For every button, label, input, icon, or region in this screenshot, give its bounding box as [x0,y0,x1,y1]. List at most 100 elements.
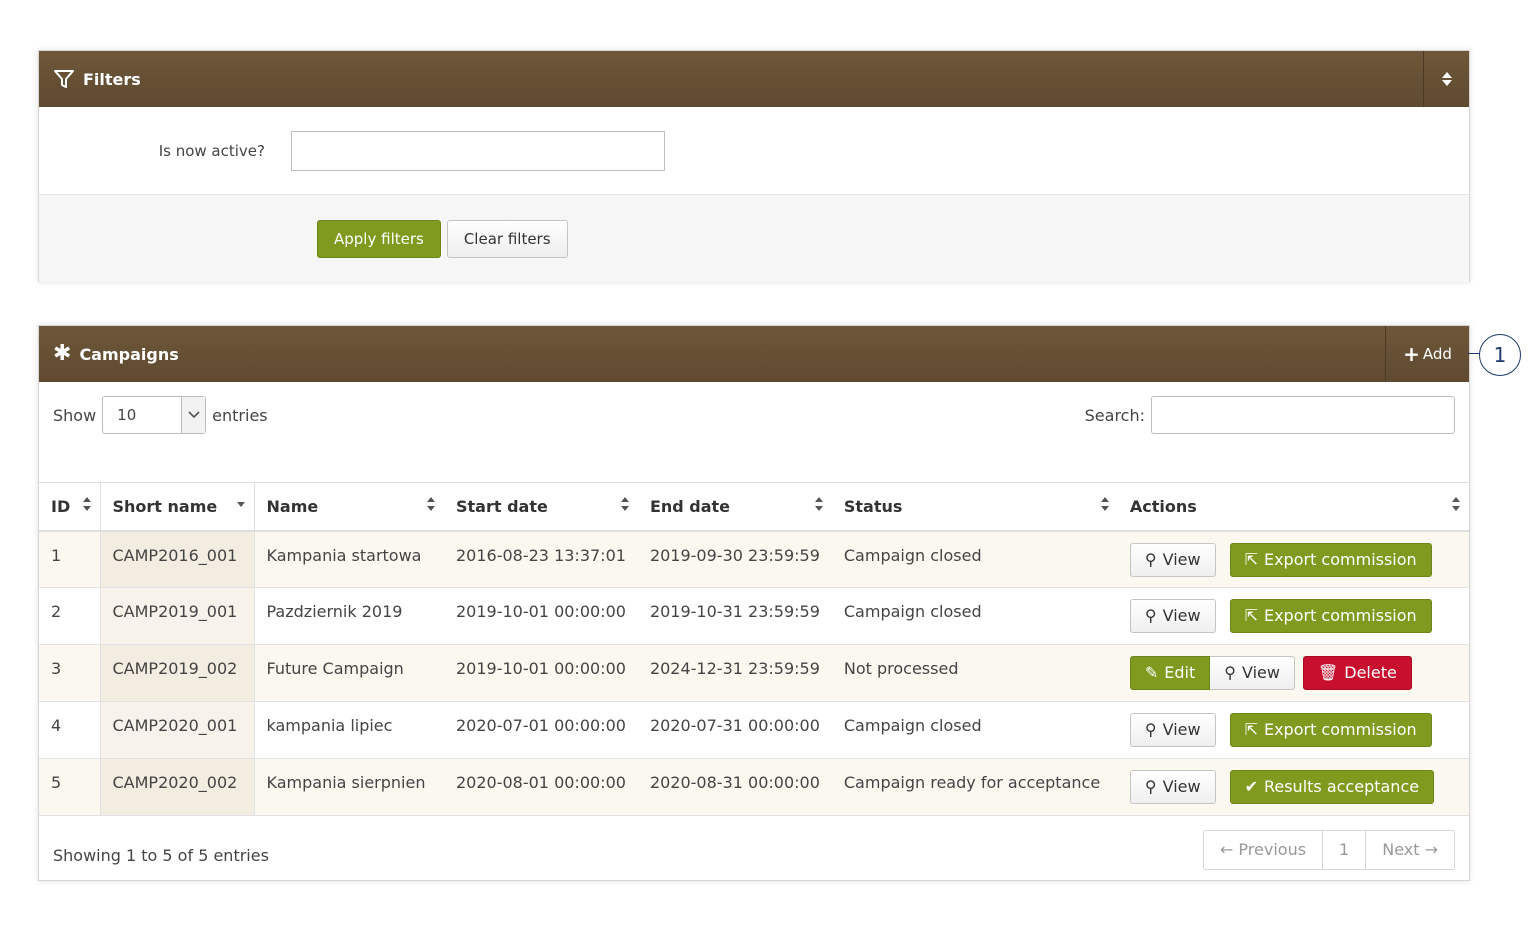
table-footer: Showing 1 to 5 of 5 entries ← Previous 1… [39,816,1469,884]
filter-icon [53,68,75,90]
pencil-icon: ✎ [1144,663,1159,682]
col-header-short-name[interactable]: Short name [99,482,255,532]
cell-start-date: 2019-10-01 00:00:00 [444,644,638,702]
cell-actions: ⚲ View ✔ Results acceptance [1117,758,1469,816]
cell-actions: ✎ Edit ⚲ View 🗑 Delete [1117,644,1469,702]
cell-end-date: 2019-09-30 23:59:59 [637,530,832,588]
table-row: 3 CAMP2019_002 Future Campaign 2019-10-0… [39,644,1469,702]
delete-button[interactable]: 🗑 Delete [1302,656,1412,690]
cell-id: 5 [39,758,100,816]
is-active-input[interactable] [291,130,665,171]
col-header-name[interactable]: Name [254,482,444,532]
clear-filters-button[interactable]: Clear filters [446,219,568,258]
trash-icon: 🗑 [1317,663,1339,682]
page-length-select[interactable]: 10 [102,396,207,434]
export-icon: ⇱ [1244,549,1258,569]
campaigns-title-text: Campaigns [79,344,179,364]
filters-title: Filters [39,68,141,90]
export-commission-button[interactable]: ⇱ Export commission [1229,713,1432,747]
sort-icon [1100,496,1110,516]
filters-panel: Filters Is now active? Apply filters Cle… [38,50,1470,282]
col-header-start-date[interactable]: Start date [444,482,638,532]
cell-start-date: 2016-08-23 13:37:01 [444,530,638,588]
campaigns-title: ✱ Campaigns [39,343,179,365]
cell-short-name: CAMP2020_002 [99,758,255,816]
plus-icon: + [1403,342,1420,366]
view-button[interactable]: ⚲ View [1210,656,1295,690]
table-info: Showing 1 to 5 of 5 entries [53,846,269,865]
col-header-id[interactable]: ID [39,482,100,532]
sort-desc-icon [236,496,246,516]
cell-status: Campaign closed [831,701,1118,759]
cell-end-date: 2020-07-31 00:00:00 [637,701,832,759]
col-header-actions[interactable]: Actions [1117,482,1469,532]
view-button[interactable]: ⚲ View [1129,542,1216,577]
search-input[interactable] [1151,396,1455,434]
cell-id: 1 [39,530,100,588]
edit-view-group: ✎ Edit ⚲ View [1129,656,1295,690]
table-row: 2 CAMP2019_001 Pazdziernik 2019 2019-10-… [39,587,1469,645]
add-campaign-button[interactable]: + Add [1385,326,1469,382]
search-icon: ⚲ [1224,663,1236,682]
table-row: 4 CAMP2020_001 kampania lipiec 2020-07-0… [39,701,1469,759]
add-label: Add [1422,345,1452,363]
export-commission-button[interactable]: ⇱ Export commission [1229,599,1432,633]
view-button[interactable]: ⚲ View [1129,770,1216,804]
cell-start-date: 2020-08-01 00:00:00 [444,758,638,816]
edit-button[interactable]: ✎ Edit [1129,656,1211,690]
view-button[interactable]: ⚲ View [1129,713,1216,747]
previous-page-button[interactable]: ← Previous [1204,831,1322,869]
table-header-row: ID Short name Name Start date End date S… [39,482,1469,532]
search-label: Search: [1084,405,1145,425]
col-header-end-date[interactable]: End date [637,482,832,532]
table-row: 5 CAMP2020_002 Kampania sierpnien 2020-0… [39,758,1469,816]
sort-icon [814,496,824,516]
page-length-value: 10 [117,406,137,424]
campaigns-table: ID Short name Name Start date End date S… [39,482,1469,816]
sort-icon [1451,496,1461,516]
filter-actions: Apply filters Clear filters [39,195,1469,282]
results-acceptance-button[interactable]: ✔ Results acceptance [1229,770,1435,804]
search-icon: ⚲ [1144,720,1157,739]
sort-icon [82,496,92,516]
cell-id: 2 [39,587,100,645]
cell-name: Kampania sierpnien [254,758,444,816]
cell-name: Kampania startowa [254,530,444,588]
asterisk-icon: ✱ [53,341,72,366]
filters-collapse-toggle[interactable] [1423,51,1469,107]
cell-end-date: 2019-10-31 23:59:59 [637,587,832,645]
cell-status: Campaign ready for acceptance [831,758,1118,816]
view-button[interactable]: ⚲ View [1129,599,1216,633]
table-row: 1 CAMP2016_001 Kampania startowa 2016-08… [39,530,1469,588]
search-icon: ⚲ [1144,549,1157,569]
filters-title-text: Filters [83,69,141,89]
export-commission-button[interactable]: ⇱ Export commission [1229,542,1432,577]
is-active-label: Is now active? [158,141,265,160]
search: Search: [1085,396,1455,434]
cell-id: 3 [39,644,100,702]
table-controls: Show 10 entries Search: [39,382,1469,482]
cell-actions: ⚲ View ⇱ Export commission [1117,530,1469,588]
cell-end-date: 2024-12-31 23:59:59 [637,644,832,702]
cell-name: Future Campaign [254,644,444,702]
cell-actions: ⚲ View ⇱ Export commission [1117,587,1469,645]
cell-short-name: CAMP2019_002 [99,644,255,702]
page-1-button[interactable]: 1 [1322,831,1365,869]
cell-short-name: CAMP2016_001 [99,530,255,588]
cell-status: Not processed [831,644,1118,702]
next-page-button[interactable]: Next → [1365,831,1454,869]
cell-end-date: 2020-08-31 00:00:00 [637,758,832,816]
filter-row-active: Is now active? [39,107,1469,195]
apply-filters-button[interactable]: Apply filters [317,219,441,258]
cell-status: Campaign closed [831,530,1118,588]
check-icon: ✔ [1244,777,1258,796]
cell-actions: ⚲ View ⇱ Export commission [1117,701,1469,759]
cell-short-name: CAMP2020_001 [99,701,255,759]
search-icon: ⚲ [1144,606,1157,625]
col-header-status[interactable]: Status [831,482,1118,532]
sort-icon [426,496,436,516]
entries-label: entries [212,405,268,425]
campaigns-header: ✱ Campaigns + Add [39,326,1469,382]
search-icon: ⚲ [1144,777,1157,796]
export-icon: ⇱ [1244,720,1258,739]
